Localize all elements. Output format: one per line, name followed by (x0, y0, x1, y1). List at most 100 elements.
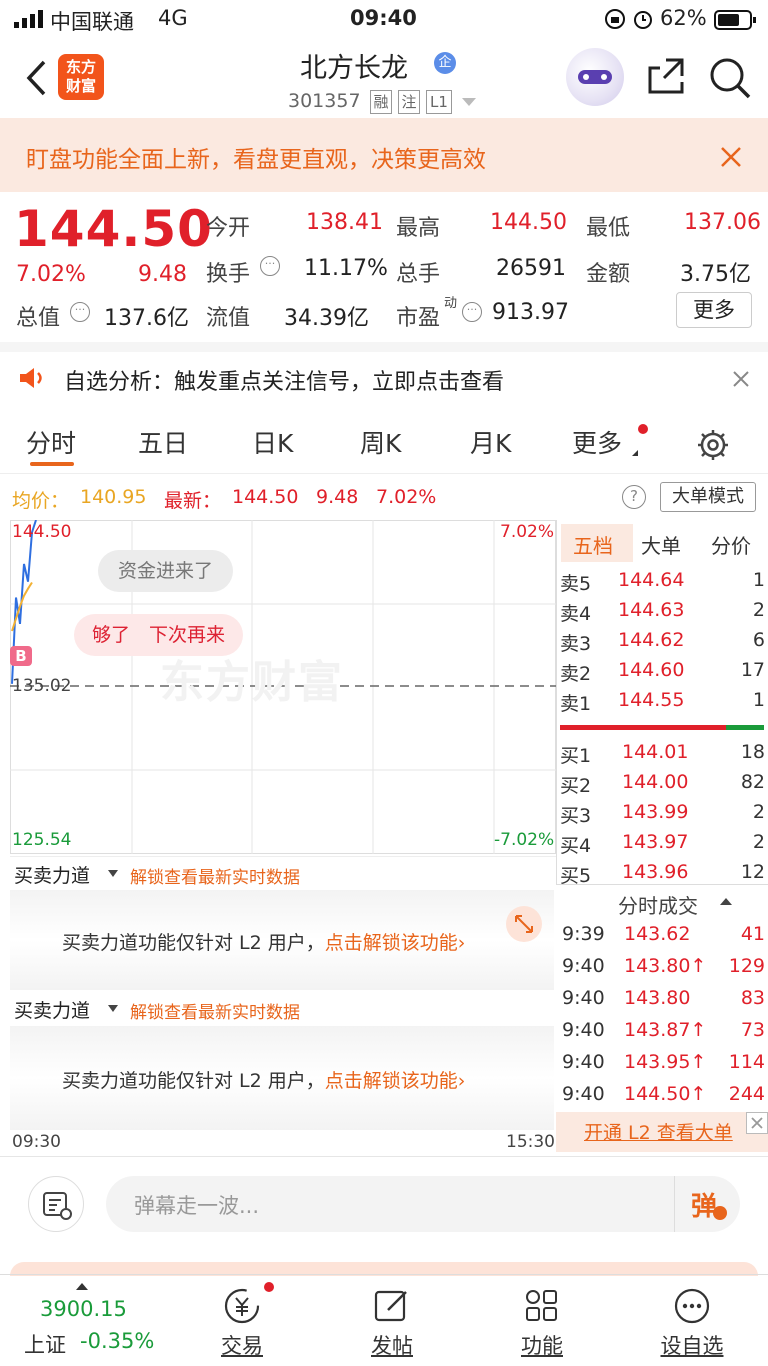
amount-value: 3.75亿 (680, 262, 751, 287)
notification-dot (264, 1282, 274, 1292)
tab-more[interactable]: 更多 (572, 424, 622, 460)
rotation-lock-icon (604, 8, 626, 35)
info-icon[interactable]: ··· (462, 302, 482, 322)
volume-label: 总手 (396, 262, 441, 287)
l2-close-button[interactable] (746, 1112, 768, 1134)
tab-intraday[interactable]: 分时 (26, 424, 76, 460)
big-order-mode-button[interactable]: 大单模式 (660, 482, 756, 512)
latest-value: 144.50 (232, 486, 299, 508)
corner-arrow-icon (632, 450, 638, 456)
settings-button[interactable] (694, 426, 732, 464)
caret-down-icon[interactable] (108, 870, 118, 877)
help-icon[interactable]: ? (622, 485, 646, 509)
float-value: 34.39亿 (284, 306, 369, 331)
danmaku-toggle-button[interactable]: 弹 (674, 1176, 740, 1232)
status-bar: 中国联通 4G 09:40 62% (0, 0, 768, 38)
info-icon[interactable]: ··· (70, 302, 90, 322)
tab-weekly-k[interactable]: 周K (360, 424, 401, 460)
quote-panel: 144.50 7.02% 9.48 总值 ··· 137.6亿 今开 138.4… (0, 192, 768, 342)
tab-monthly-k[interactable]: 月K (470, 424, 511, 460)
network-type: 4G (158, 6, 188, 30)
caret-down-icon[interactable] (462, 98, 476, 106)
buy-marker[interactable]: B (10, 646, 32, 666)
latest-change-pct: 7.02% (376, 486, 437, 508)
chart-bottom-pct: -7.02% (494, 830, 555, 850)
pe-value: 913.97 (492, 300, 569, 325)
ask-row: 卖2 144.60 17 (560, 659, 765, 685)
l2-notice: 买卖力道功能仅针对 L2 用户，点击解锁该功能› (62, 932, 466, 954)
latest-change: 9.48 (316, 486, 359, 508)
danmaku-settings-button[interactable] (28, 1176, 84, 1232)
back-button[interactable] (18, 56, 54, 100)
alert-close-button[interactable] (728, 366, 754, 392)
tab-five-day[interactable]: 五日 (138, 424, 188, 460)
trade-row: 9:40 143.80 83 (562, 987, 765, 1009)
share-button[interactable] (646, 56, 686, 96)
tag-margin: 融 (370, 90, 392, 114)
force-panel-body: 买卖力道功能仅针对 L2 用户，点击解锁该功能› (10, 890, 554, 990)
speaker-icon (18, 366, 46, 394)
nav-add-watchlist[interactable]: 设自选 (626, 1282, 758, 1362)
avg-label: 均价： (12, 490, 70, 512)
tab-daily-k[interactable]: 日K (252, 424, 293, 460)
force-dropdown[interactable]: 买卖力道 (14, 861, 90, 888)
intraday-chart[interactable]: 东方财富 144.50 7.02% 135.02 125.54 -7.02% 资… (10, 520, 556, 854)
danmaku-bubble: 资金进来了 (98, 550, 234, 592)
expand-button[interactable] (506, 906, 542, 942)
info-icon[interactable]: ··· (260, 256, 280, 276)
app-logo[interactable]: 东方财富 (58, 54, 104, 100)
divider (0, 342, 768, 352)
tag-level: L1 (426, 90, 452, 114)
close-icon (721, 147, 741, 167)
ask-row: 卖3 144.62 6 (560, 629, 765, 655)
force-dropdown[interactable]: 买卖力道 (14, 996, 90, 1023)
tag-registered: 注 (398, 90, 420, 114)
more-circle-icon (674, 1288, 710, 1324)
caret-down-icon[interactable] (108, 1005, 118, 1012)
last-price: 144.50 (14, 200, 213, 258)
l2-unlock-link[interactable]: 点击解锁该功能 (325, 1070, 458, 1092)
change-percent: 7.02% (16, 262, 86, 287)
banner-close-button[interactable] (716, 142, 746, 172)
trades-title[interactable]: 分时成交 (618, 890, 698, 919)
close-icon (751, 1117, 763, 1129)
robot-assistant-icon[interactable] (566, 48, 624, 106)
tab-big-order[interactable]: 大单 (641, 530, 681, 559)
nav-functions[interactable]: 功能 (476, 1282, 608, 1362)
axis-start-time: 09:30 (12, 1132, 61, 1152)
chart-tabs: 分时 五日 日K 周K 月K 更多 (0, 408, 768, 474)
grid-icon (526, 1290, 557, 1321)
danmaku-input[interactable]: 弹幕走一波... 弹 (106, 1176, 740, 1232)
close-icon (733, 371, 749, 387)
l2-unlock-link[interactable]: 点击解锁该功能 (325, 932, 458, 954)
promo-banner[interactable]: 盯盘功能全面上新，看盘更直观，决策更高效 (0, 118, 768, 192)
l2-promo[interactable]: 开通 L2 查看大单 (556, 1112, 768, 1152)
latest-label: 最新： (164, 490, 222, 512)
index-ticker[interactable]: 3900.15 上证 -0.35% (0, 1275, 190, 1366)
l2-link[interactable]: 开通 L2 查看大单 (584, 1118, 733, 1145)
alert-text: 自选分析：触发重点关注信号，立即点击查看 (64, 370, 505, 395)
unlock-link[interactable]: 解锁查看最新实时数据 (130, 863, 300, 888)
change-amount: 9.48 (138, 262, 187, 287)
unlock-link[interactable]: 解锁查看最新实时数据 (130, 998, 300, 1023)
ask-row: 卖4 144.63 2 (560, 599, 765, 625)
alert-bar[interactable]: 自选分析：触发重点关注信号，立即点击查看 (0, 352, 768, 408)
check-icon (713, 1206, 727, 1220)
pe-superscript: 动 (444, 296, 458, 311)
search-button[interactable] (708, 56, 752, 100)
more-quote-button[interactable]: 更多 (676, 292, 752, 328)
search-icon (710, 58, 751, 99)
nav-post[interactable]: 发帖 (326, 1282, 458, 1362)
tab-price-dist[interactable]: 分价 (711, 530, 751, 559)
chart-top-price: 144.50 (12, 522, 72, 542)
ask-row: 卖1 144.55 1 (560, 689, 765, 715)
banner-text: 盯盘功能全面上新，看盘更直观，决策更高效 (26, 147, 486, 173)
caret-up-icon[interactable] (720, 898, 732, 905)
low-label: 最低 (586, 216, 631, 241)
signal-icon (14, 9, 44, 33)
alarm-icon (632, 8, 654, 35)
bid-row: 买1 144.01 18 (560, 741, 765, 767)
nav-trade[interactable]: 交易 (176, 1282, 308, 1362)
turnover-value: 11.17% (304, 256, 388, 281)
tab-five-level[interactable]: 五档 (573, 530, 613, 559)
